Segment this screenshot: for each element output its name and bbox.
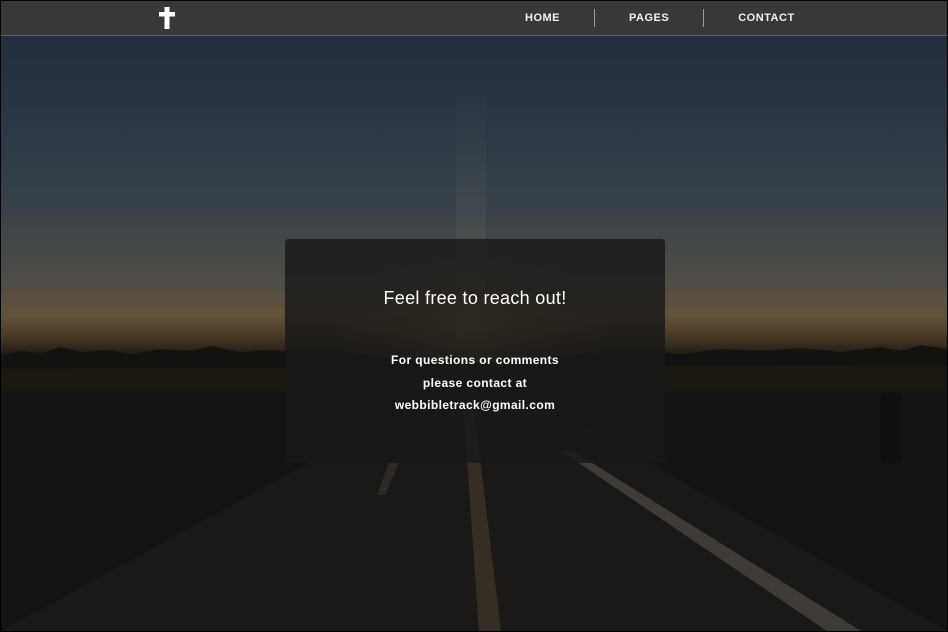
nav-home-link[interactable]: HOME bbox=[491, 12, 594, 24]
navbar: HOME PAGES CONTACT bbox=[1, 1, 947, 36]
contact-email[interactable]: webbibletrack@gmail.com bbox=[285, 394, 665, 417]
card-title: Feel free to reach out! bbox=[383, 288, 567, 308]
contact-card: Feel free to reach out! For questions or… bbox=[285, 239, 665, 463]
card-line-contact: please contact at bbox=[422, 375, 528, 390]
page: HOME PAGES CONTACT Feel free to reach ou… bbox=[0, 0, 948, 632]
cross-icon[interactable] bbox=[157, 6, 177, 30]
card-body: For questions or comments please contact… bbox=[285, 349, 665, 417]
card-line-questions: For questions or comments bbox=[390, 353, 560, 367]
nav-contact-link[interactable]: CONTACT bbox=[704, 12, 828, 24]
nav-pages-link[interactable]: PAGES bbox=[595, 12, 703, 24]
main-nav: HOME PAGES CONTACT bbox=[491, 1, 829, 35]
